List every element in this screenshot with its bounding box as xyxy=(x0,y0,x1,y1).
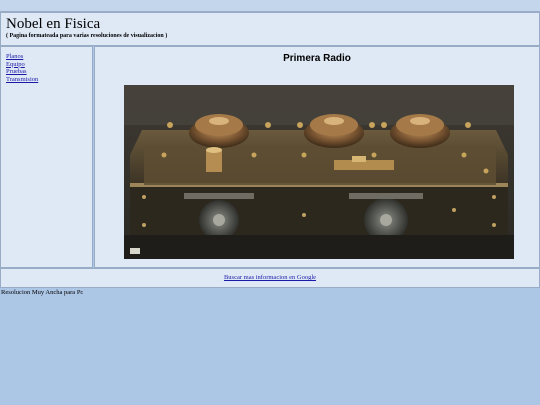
google-search-link[interactable]: Buscar mas informacion en Google xyxy=(224,274,316,281)
main-content: Primera Radio xyxy=(94,46,540,268)
footer-bar: Buscar mas informacion en Google xyxy=(0,268,540,288)
nav-link-transmision[interactable]: Transmision xyxy=(6,76,38,83)
resolution-note: Resolucion Muy Ancha para Pc xyxy=(1,289,84,296)
nav-item-planos: Planos xyxy=(6,53,92,61)
content-heading: Primera Radio xyxy=(283,53,351,64)
sidebar-nav: Planos Equipo Pruebas Transmision xyxy=(0,46,93,268)
nav-link-planos[interactable]: Planos xyxy=(6,53,23,60)
nav-list: Planos Equipo Pruebas Transmision xyxy=(1,47,92,83)
page-header: Nobel en Fisica ( Pagina formateada para… xyxy=(0,12,540,46)
radio-photo xyxy=(124,85,514,259)
page-title: Nobel en Fisica xyxy=(6,16,101,32)
page-subtitle: ( Pagina formateada para varias resoluci… xyxy=(6,33,168,39)
nav-link-equipo[interactable]: Equipo xyxy=(6,61,25,68)
nav-item-equipo: Equipo xyxy=(6,61,92,69)
nav-link-pruebas[interactable]: Pruebas xyxy=(6,68,27,75)
nav-item-pruebas: Pruebas xyxy=(6,68,92,76)
nav-item-transmision: Transmision xyxy=(6,76,92,84)
top-strip xyxy=(0,0,540,12)
